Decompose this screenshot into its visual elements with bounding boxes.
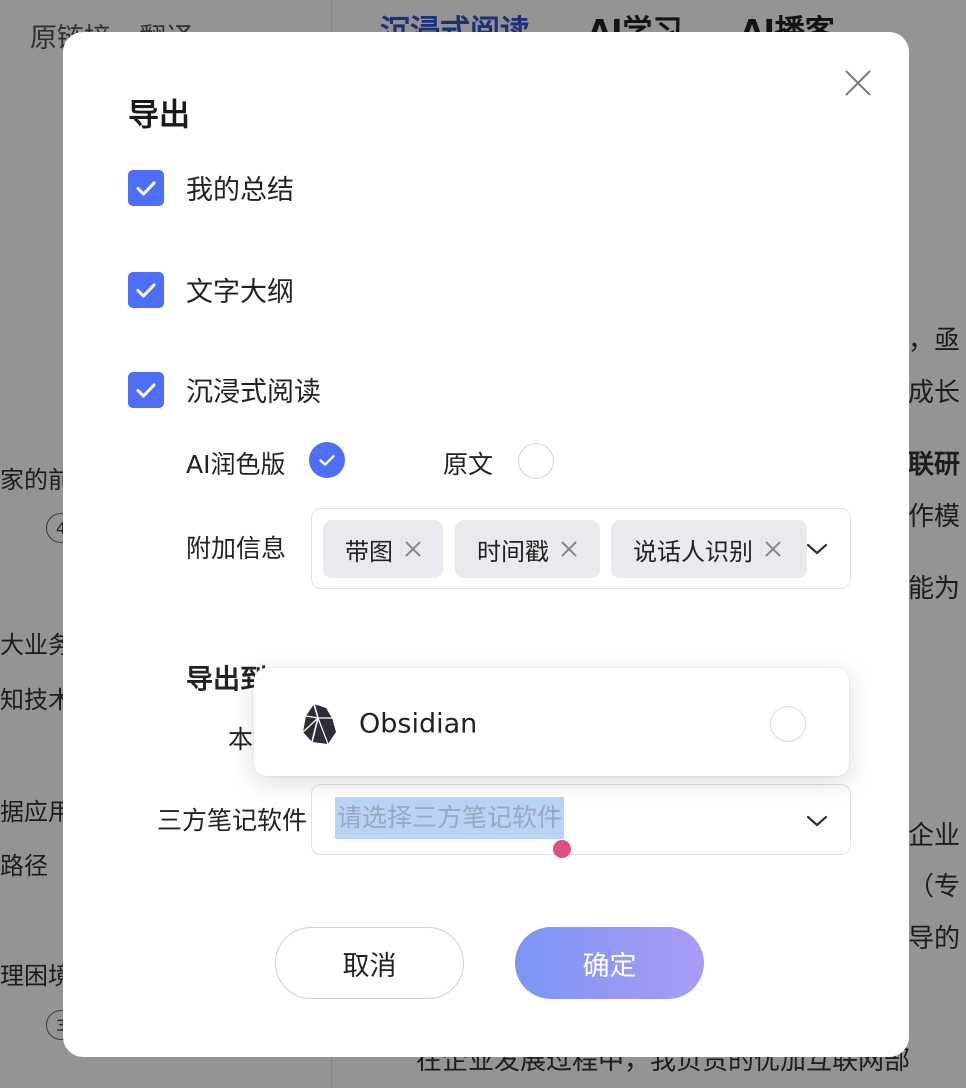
tag-remove-icon[interactable] (403, 539, 423, 559)
tag-label: 带图 (345, 537, 393, 566)
tag-label: 时间戳 (477, 537, 549, 566)
close-icon[interactable] (841, 66, 875, 100)
tag-label: 说话人识别 (633, 537, 753, 566)
option-obsidian-label[interactable]: Obsidian (359, 709, 477, 740)
tag-timestamp: 时间戳 (455, 520, 600, 578)
checkbox-checked-icon[interactable] (128, 169, 164, 206)
confirm-button[interactable]: 确定 (515, 927, 704, 999)
checkbox-label: 我的总结 (186, 175, 294, 206)
select-placeholder: 请选择三方笔记软件 (335, 797, 565, 839)
option-ai-polished-label: AI润色版 (186, 450, 286, 479)
extra-info-label: 附加信息 (186, 534, 287, 563)
radio-obsidian[interactable] (770, 706, 806, 742)
cancel-button[interactable]: 取消 (275, 927, 464, 999)
tag-speaker-id: 说话人识别 (611, 520, 807, 578)
radio-original[interactable] (518, 443, 554, 479)
radio-ai-polished[interactable] (309, 442, 345, 478)
option-original-label: 原文 (443, 450, 494, 479)
checkbox-my-summary[interactable]: 我的总结 (128, 168, 294, 207)
extra-info-select[interactable]: 带图 时间戳 说话人识别 (311, 508, 851, 589)
dialog-title: 导出 (128, 97, 190, 134)
checkbox-text-outline[interactable]: 文字大纲 (128, 270, 294, 309)
export-dialog: 导出 我的总结 文字大纲 沉浸式阅读 AI润色版 原文 附加信息 带图 时间戳 (63, 32, 909, 1057)
chevron-down-icon[interactable] (806, 814, 828, 828)
notes-dropdown-menu: Obsidian (254, 668, 849, 776)
mouse-cursor-indicator (553, 840, 571, 858)
checkbox-label: 文字大纲 (186, 277, 294, 308)
tag-remove-icon[interactable] (559, 539, 579, 559)
checkbox-immersive-reading[interactable]: 沉浸式阅读 (128, 370, 321, 409)
checkbox-label: 沉浸式阅读 (186, 377, 321, 408)
third-party-notes-select[interactable]: 请选择三方笔记软件 (311, 784, 851, 855)
chevron-down-icon[interactable] (806, 542, 828, 556)
checkbox-checked-icon[interactable] (128, 371, 164, 408)
local-label: 本 (228, 725, 254, 754)
tag-with-images: 带图 (323, 520, 443, 578)
third-party-notes-label: 三方笔记软件 (157, 806, 308, 835)
tag-remove-icon[interactable] (763, 539, 783, 559)
obsidian-icon (302, 703, 336, 745)
checkbox-checked-icon[interactable] (128, 271, 164, 308)
